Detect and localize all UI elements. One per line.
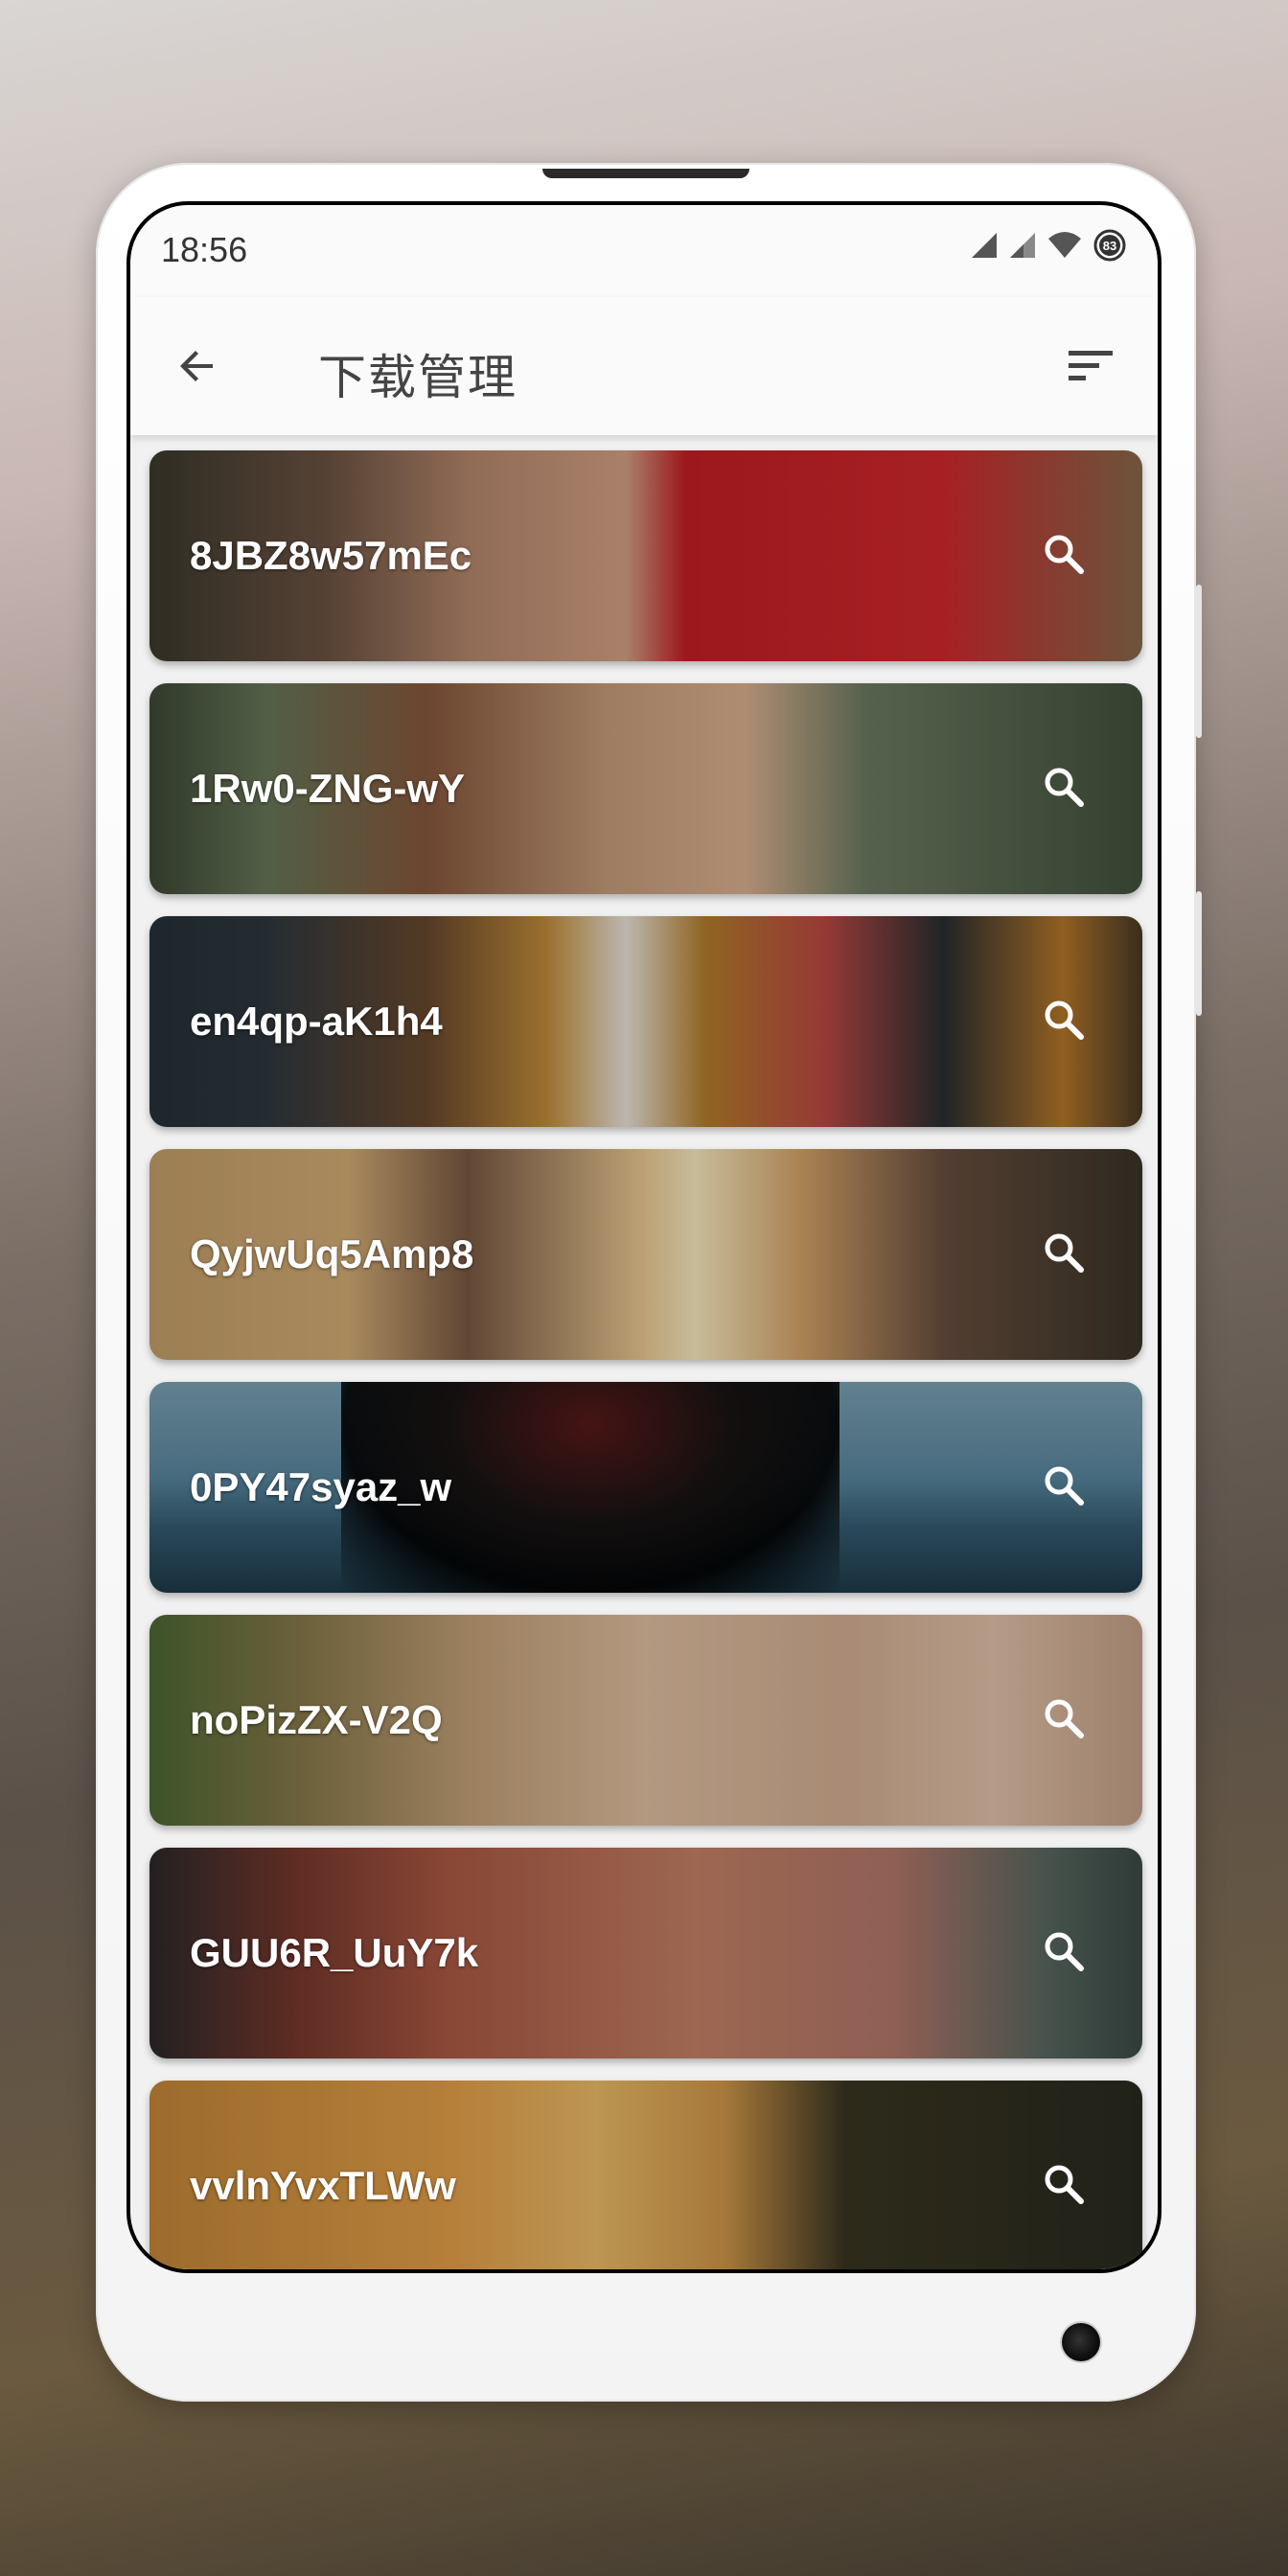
app-toolbar: 下载管理 xyxy=(130,297,1158,435)
power-button xyxy=(1196,891,1202,1016)
status-time: 18:56 xyxy=(161,230,248,269)
search-button[interactable] xyxy=(1035,1224,1092,1281)
list-item-label: noPizZX-V2Q xyxy=(190,1697,443,1742)
list-item[interactable]: 0PY47syaz_w xyxy=(150,1382,1142,1593)
camera-icon xyxy=(1062,2323,1100,2361)
status-icons: 83 xyxy=(970,228,1127,263)
list-item-label: 0PY47syaz_w xyxy=(190,1464,452,1509)
list-item-label: en4qp-aK1h4 xyxy=(190,999,443,1044)
search-icon xyxy=(1045,1699,1084,1738)
list-item-label: QyjwUq5Amp8 xyxy=(190,1231,474,1276)
phone-speaker xyxy=(542,169,749,178)
list-item-label: 8JBZ8w57mEc xyxy=(190,533,472,578)
search-icon xyxy=(1045,768,1084,807)
arrow-back-icon xyxy=(180,351,213,381)
download-list[interactable]: 8JBZ8w57mEc 1Rw0-ZNG-wY en4qp-aK1h4 Qyjw… xyxy=(130,435,1158,2269)
search-icon xyxy=(1045,1000,1084,1040)
search-button[interactable] xyxy=(1035,525,1092,583)
screen: 18:56 83 下载管理 8JBZ8w57mEc 1Rw0-ZNG-wY en… xyxy=(126,201,1162,2273)
sort-icon xyxy=(1069,351,1113,380)
wifi-icon xyxy=(1048,232,1081,258)
sort-button[interactable] xyxy=(1062,337,1119,395)
search-icon xyxy=(1045,2165,1084,2204)
battery-level: 83 xyxy=(1103,239,1116,253)
volume-button xyxy=(1196,585,1202,738)
list-item[interactable]: en4qp-aK1h4 xyxy=(150,916,1142,1127)
search-icon xyxy=(1045,1932,1084,1971)
page-title: 下载管理 xyxy=(318,351,518,404)
phone-frame: 18:56 83 下载管理 8JBZ8w57mEc 1Rw0-ZNG-wY en… xyxy=(96,163,1202,2402)
search-button[interactable] xyxy=(1035,2155,1092,2213)
list-item-label: vvlnYvxTLWw xyxy=(190,2163,456,2208)
list-item-label: GUU6R_UuY7k xyxy=(190,1930,479,1975)
search-button[interactable] xyxy=(1035,991,1092,1048)
list-item[interactable]: GUU6R_UuY7k xyxy=(150,1848,1142,2058)
list-item-label: 1Rw0-ZNG-wY xyxy=(190,766,466,811)
list-item[interactable]: vvlnYvxTLWw xyxy=(150,2081,1142,2269)
list-item[interactable]: noPizZX-V2Q xyxy=(150,1615,1142,1826)
signal-icon xyxy=(1010,233,1035,258)
status-bar: 18:56 83 xyxy=(130,205,1158,297)
search-button[interactable] xyxy=(1035,1690,1092,1747)
search-icon xyxy=(1045,1466,1084,1506)
battery-icon: 83 xyxy=(1093,229,1126,262)
back-button[interactable] xyxy=(169,337,226,395)
signal-icon xyxy=(972,233,997,258)
list-item[interactable]: 8JBZ8w57mEc xyxy=(150,450,1142,661)
search-icon xyxy=(1045,1233,1084,1273)
list-item[interactable]: 1Rw0-ZNG-wY xyxy=(150,683,1142,894)
list-item[interactable]: QyjwUq5Amp8 xyxy=(150,1149,1142,1360)
app-screen: 18:56 83 下载管理 8JBZ8w57mEc 1Rw0-ZNG-wY en… xyxy=(130,205,1158,2269)
search-button[interactable] xyxy=(1035,758,1092,816)
search-button[interactable] xyxy=(1035,1922,1092,1980)
search-icon xyxy=(1045,535,1084,574)
search-button[interactable] xyxy=(1035,1457,1092,1514)
